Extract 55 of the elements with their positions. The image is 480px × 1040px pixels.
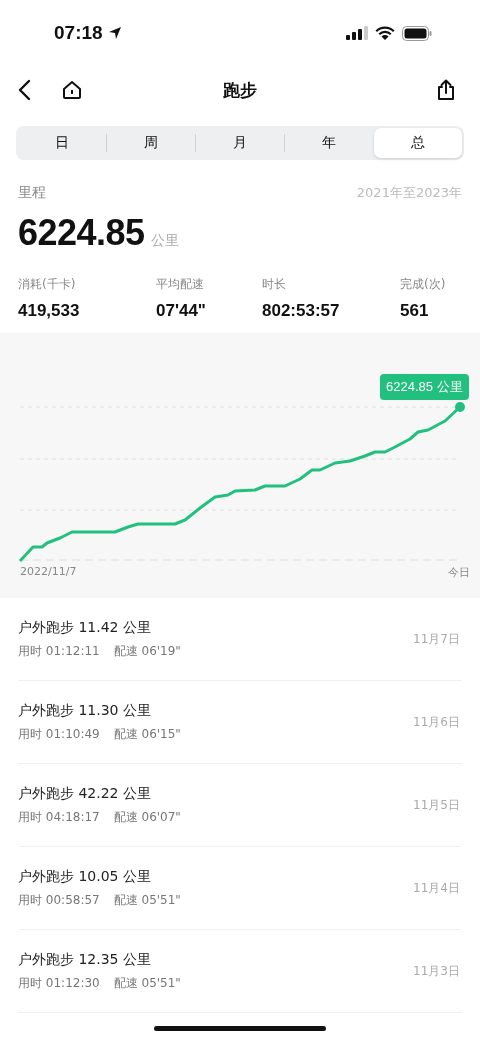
run-record-row[interactable]: 户外跑步 11.30 公里 用时 01:10:49 配速 06'15" 11月6日	[18, 681, 462, 764]
run-record-row[interactable]: 户外跑步 11.42 公里 用时 01:12:11 配速 06'19" 11月7日	[18, 598, 462, 681]
run-duration: 用时 01:12:30	[18, 974, 100, 992]
period-tab[interactable]: 总	[374, 128, 462, 158]
stat-label: 时长	[262, 276, 287, 293]
run-record-row[interactable]: 户外跑步 42.22 公里 用时 04:18:17 配速 06'07" 11月5日	[18, 764, 462, 847]
back-icon[interactable]	[17, 79, 31, 101]
run-pace: 配速 06'07"	[113, 808, 181, 826]
run-pace: 配速 05'51"	[113, 891, 181, 909]
run-pace: 配速 06'15"	[113, 725, 181, 743]
date-range: 2021年至2023年	[356, 184, 462, 202]
end-point-dot	[455, 402, 465, 412]
share-icon[interactable]	[436, 79, 456, 101]
stat-value: 07'44"	[156, 301, 207, 321]
period-tab[interactable]: 周	[107, 128, 195, 158]
battery-icon	[402, 25, 432, 41]
chart-tooltip: 6224.85 公里	[380, 374, 469, 400]
location-icon	[107, 26, 122, 40]
stat-label: 平均配速	[156, 276, 205, 293]
period-tab[interactable]: 年	[285, 128, 373, 158]
stat-label: 消耗(千卡)	[18, 276, 77, 293]
wifi-icon	[375, 26, 395, 40]
run-duration: 用时 04:18:17	[18, 808, 100, 826]
run-date: 11月7日	[413, 630, 460, 648]
run-date: 11月4日	[413, 879, 460, 897]
run-duration: 用时 01:12:11	[18, 642, 100, 660]
distance-label: 里程	[18, 184, 46, 202]
x-axis-label: 2022/11/7	[20, 565, 77, 580]
total-distance: 6224.85	[18, 212, 145, 254]
run-duration: 用时 01:10:49	[18, 725, 100, 743]
run-date: 11月6日	[413, 713, 460, 731]
run-title: 户外跑步 11.30 公里	[18, 701, 152, 720]
run-title: 户外跑步 12.35 公里	[18, 950, 152, 969]
period-tab[interactable]: 月	[196, 128, 284, 158]
run-date: 11月3日	[413, 962, 460, 980]
distance-unit: 公里	[150, 232, 179, 250]
stat-label: 完成(次)	[400, 276, 447, 293]
run-pace: 配速 05'51"	[113, 974, 181, 992]
run-duration: 用时 00:58:57	[18, 891, 100, 909]
run-date: 11月5日	[413, 796, 460, 814]
run-title: 户外跑步 42.22 公里	[18, 784, 152, 803]
stat-value: 419,533	[18, 301, 81, 321]
run-pace: 配速 06'19"	[113, 642, 181, 660]
x-axis-label: 今日	[448, 565, 470, 580]
run-record-row[interactable]: 户外跑步 12.35 公里 用时 01:12:30 配速 05'51" 11月3日	[18, 930, 462, 1013]
signal-icon	[346, 26, 368, 40]
home-icon[interactable]	[62, 80, 82, 100]
stat-value: 561	[400, 301, 430, 321]
run-title: 户外跑步 10.05 公里	[18, 867, 152, 886]
period-tab[interactable]: 日	[18, 128, 106, 158]
stat-value: 802:53:57	[262, 301, 341, 321]
run-record-row[interactable]: 户外跑步 10.05 公里 用时 00:58:57 配速 05'51" 11月4日	[18, 847, 462, 930]
status-time: 07:18	[54, 22, 103, 44]
run-title: 户外跑步 11.42 公里	[18, 618, 152, 637]
page-title: 跑步	[223, 78, 257, 102]
